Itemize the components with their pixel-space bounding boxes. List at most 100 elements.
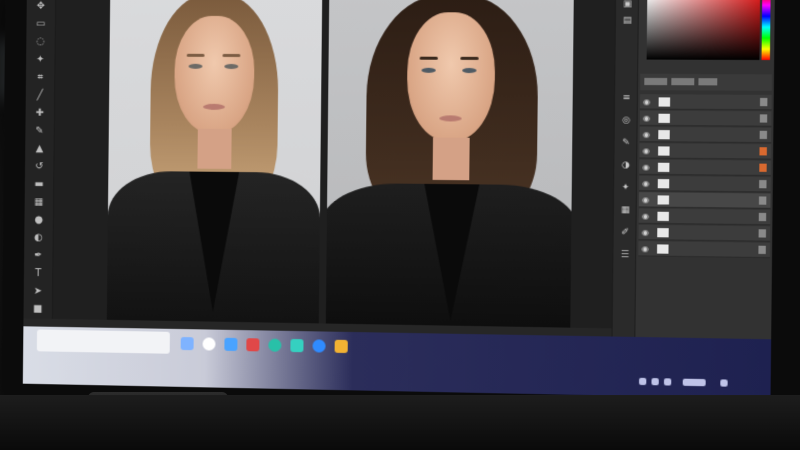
layer-lock-icon[interactable] (758, 229, 767, 238)
tools-panel: ✥ ▭ ◌ ✦ ⌗ ╱ ✚ ✎ ▲ ↺ ▬ ▦ ● ◐ ✒ T ➤ ■ ✋ ⌕ (23, 0, 57, 350)
history-icon[interactable]: ▣ (621, 0, 634, 11)
photo-scene: ✥ ▭ ◌ ✦ ⌗ ╱ ✚ ✎ ▲ ↺ ▬ ▦ ● ◐ ✒ T ➤ ■ ✋ ⌕ (0, 0, 800, 450)
layer-lock-icon[interactable] (759, 97, 768, 107)
taskbar-search-input[interactable] (36, 329, 170, 354)
portrait-brow (186, 53, 205, 57)
chevron-up-icon[interactable] (638, 377, 647, 386)
portrait-face (173, 15, 255, 135)
canvas-area[interactable] (52, 0, 616, 329)
shape-icon[interactable]: ■ (31, 303, 45, 317)
magic-wand-icon[interactable]: ✦ (33, 53, 47, 67)
portrait-neck (197, 128, 232, 169)
marquee-icon[interactable]: ▭ (34, 18, 48, 32)
layer-row[interactable]: ◉ (638, 224, 771, 242)
layer-thumbnail (657, 179, 670, 189)
layer-thumbnail (658, 146, 670, 156)
network-icon[interactable] (651, 378, 659, 386)
clock-icon[interactable] (682, 378, 706, 387)
widgets-icon[interactable] (202, 337, 216, 351)
right-portrait (325, 0, 574, 328)
layer-row[interactable]: ◉ (638, 208, 771, 226)
color-picker[interactable] (646, 0, 761, 60)
portrait-brow (419, 56, 438, 60)
visibility-eye-icon[interactable]: ◉ (641, 244, 650, 253)
layer-lock-icon[interactable] (759, 114, 768, 123)
layer-lock-icon[interactable] (759, 180, 767, 189)
path-select-icon[interactable]: ➤ (31, 285, 45, 299)
gradient-icon[interactable]: ▦ (32, 196, 46, 210)
brushes-icon[interactable]: ✐ (619, 227, 632, 239)
healing-icon[interactable]: ✚ (33, 107, 47, 121)
store-icon[interactable] (224, 337, 238, 352)
portrait-eye (224, 63, 239, 69)
layer-thumbnail (657, 244, 669, 254)
teams-icon[interactable] (290, 338, 304, 353)
layer-row[interactable]: ◉ (639, 110, 772, 127)
type-icon[interactable]: T (31, 267, 45, 281)
crop-icon[interactable]: ⌗ (33, 71, 47, 85)
move-icon[interactable]: ✥ (34, 0, 48, 14)
portrait-face (406, 12, 496, 143)
files-icon[interactable] (334, 339, 348, 354)
dodge-icon[interactable]: ◐ (32, 231, 46, 245)
tab-channels[interactable] (671, 78, 695, 86)
layer-row[interactable]: ◉ (639, 143, 772, 160)
desk (0, 395, 800, 450)
layer-row[interactable]: ◉ (638, 241, 771, 259)
visibility-eye-icon[interactable]: ◉ (642, 179, 651, 188)
styles-icon[interactable]: ✦ (619, 182, 632, 194)
portrait-eye (462, 67, 477, 74)
visibility-eye-icon[interactable]: ◉ (642, 146, 651, 155)
layer-row[interactable]: ◉ (639, 126, 772, 144)
visibility-eye-icon[interactable]: ◉ (643, 114, 652, 123)
edge-icon[interactable] (268, 338, 282, 352)
paths-icon[interactable]: ✎ (620, 137, 633, 149)
tab-paths[interactable] (698, 78, 718, 86)
layers-icon[interactable]: ≡ (620, 92, 633, 104)
blur-icon[interactable]: ● (32, 214, 46, 228)
pen-icon[interactable]: ✒ (31, 249, 45, 263)
clone-stamp-icon[interactable]: ▲ (32, 142, 46, 156)
layer-thumbnail (657, 211, 669, 222)
layer-row[interactable]: ◉ (639, 94, 772, 111)
volume-icon[interactable] (663, 378, 672, 386)
visibility-eye-icon[interactable]: ◉ (642, 212, 651, 221)
office-icon[interactable] (246, 338, 260, 352)
eraser-icon[interactable]: ▬ (32, 178, 46, 192)
layer-lock-icon[interactable] (758, 196, 767, 205)
monitor: ✥ ▭ ◌ ✦ ⌗ ╱ ✚ ✎ ▲ ↺ ▬ ▦ ● ◐ ✒ T ➤ ■ ✋ ⌕ (1, 0, 800, 417)
adjustments-icon[interactable]: ◑ (619, 159, 632, 171)
portrait-lips (203, 103, 225, 110)
channels-icon[interactable]: ◎ (620, 114, 633, 126)
left-portrait (106, 0, 323, 324)
properties-icon[interactable]: ▤ (621, 15, 634, 27)
layer-thumbnail (658, 113, 670, 123)
tab-layers[interactable] (644, 77, 668, 86)
mail-icon[interactable] (312, 339, 326, 353)
visibility-eye-icon[interactable]: ◉ (643, 97, 652, 106)
layer-row[interactable]: ◉ (638, 175, 771, 193)
layer-lock-icon[interactable] (758, 245, 766, 254)
portrait-eye (421, 67, 436, 73)
visibility-eye-icon[interactable]: ◉ (642, 163, 651, 172)
hue-slider[interactable] (761, 0, 771, 61)
brush-icon[interactable]: ✎ (33, 125, 47, 139)
layers-panel-header (640, 73, 772, 91)
libraries-icon[interactable]: ☰ (619, 249, 632, 261)
eyedropper-icon[interactable]: ╱ (33, 89, 47, 103)
lasso-icon[interactable]: ◌ (34, 35, 48, 49)
history-brush-icon[interactable]: ↺ (32, 160, 46, 174)
visibility-eye-icon[interactable]: ◉ (642, 228, 651, 237)
layer-row[interactable]: ◉ (638, 192, 771, 209)
portrait-eye (188, 63, 203, 69)
visibility-eye-icon[interactable]: ◉ (643, 130, 652, 139)
swatches-icon[interactable]: ▦ (619, 204, 632, 216)
layer-row[interactable]: ◉ (639, 159, 771, 177)
layer-lock-icon[interactable] (759, 130, 768, 140)
layer-lock-icon[interactable] (759, 147, 767, 156)
layer-lock-icon[interactable] (759, 163, 767, 172)
start-icon[interactable] (180, 337, 194, 351)
layer-lock-icon[interactable] (758, 212, 767, 222)
visibility-eye-icon[interactable]: ◉ (642, 195, 651, 204)
notification-icon[interactable] (720, 379, 728, 387)
